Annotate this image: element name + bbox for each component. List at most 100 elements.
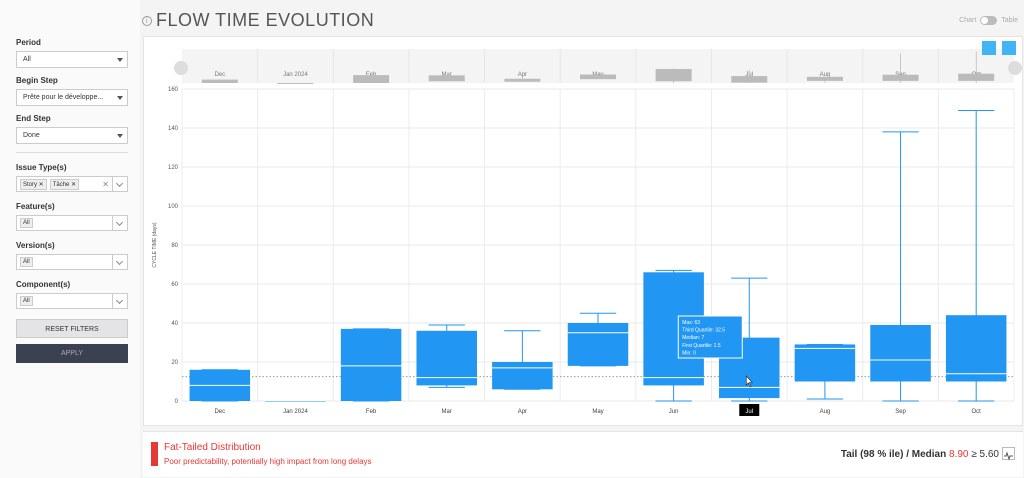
begin-step-value: Prête pour le développe...: [23, 94, 104, 101]
issue-type-label: Issue Type(s): [16, 163, 67, 172]
box-iqr[interactable]: [870, 324, 931, 382]
end-step-label: End Step: [16, 114, 51, 123]
x-tick-label: Dec: [214, 409, 225, 415]
begin-step-label: Begin Step: [16, 76, 58, 85]
component-tag: All: [20, 296, 33, 306]
x-tick-label: Feb: [366, 409, 377, 415]
x-tick-label: Sep: [895, 409, 906, 415]
x-tick-label: Aug: [820, 409, 831, 415]
zoom-reset-button[interactable]: [982, 41, 996, 55]
apply-button[interactable]: APPLY: [16, 344, 128, 363]
end-step-value: Done: [23, 132, 40, 139]
y-tick-label: 140: [168, 126, 179, 132]
box-iqr[interactable]: [340, 328, 402, 401]
issue-tag-story[interactable]: Story ✕: [20, 178, 47, 190]
chevron-down-icon: [117, 58, 123, 62]
chevron-down-icon[interactable]: [112, 216, 127, 230]
tail-median-ratio: Tail (98 % ile) / Median 8.90 ≥ 5.60: [841, 449, 999, 460]
page-title-text: FLOW TIME EVOLUTION: [156, 10, 375, 30]
y-tick-label: 0: [175, 399, 179, 405]
navigator-mini-box: [580, 74, 616, 80]
toggle-table-label: Table: [1001, 17, 1018, 24]
feature-multiselect[interactable]: All: [16, 215, 128, 231]
issue-tag-label: Story: [23, 181, 38, 188]
y-tick-label: 160: [168, 87, 179, 93]
navigator-mini-box: [428, 75, 465, 82]
period-label: Period: [16, 38, 41, 47]
chevron-down-icon[interactable]: [112, 177, 127, 191]
tooltip-line: Median: 7: [682, 335, 704, 341]
status-title: Fat-Tailed Distribution: [164, 442, 261, 453]
y-tick-label: 60: [171, 282, 178, 288]
navigator-label: Jan 2024: [283, 72, 308, 78]
view-toggle: Chart Table: [959, 16, 1018, 25]
status-subtitle: Poor predictability, potentially high im…: [164, 457, 372, 466]
period-select[interactable]: All: [16, 51, 128, 68]
info-icon[interactable]: i: [142, 15, 152, 26]
nav-left-arrow-icon[interactable]: [174, 61, 188, 75]
tooltip-line: Max: 63: [682, 320, 700, 326]
x-tick-label: Oct: [972, 409, 982, 415]
period-value: All: [23, 56, 31, 63]
x-tick-label: Apr: [518, 409, 527, 415]
box-plot-chart: Dec Jan 2024 Feb Mar Apr May Jun Jul Aug Sep Oct 0 2…: [152, 41, 1022, 416]
navigator-label: Dec: [214, 72, 225, 78]
chevron-down-icon: [117, 96, 123, 100]
predictability-panel: Fat-Tailed Distribution Poor predictabil…: [143, 431, 1023, 477]
navigator-mini-box: [655, 68, 692, 82]
feature-label: Feature(s): [16, 202, 55, 211]
navigator-mini-box: [353, 75, 390, 83]
navigator-mini-box: [504, 78, 541, 82]
pulse-icon-graphic: [1004, 451, 1013, 461]
y-tick-label: 120: [168, 165, 179, 171]
begin-step-select[interactable]: Prête pour le développe...: [16, 89, 128, 106]
y-tick-label: 100: [168, 204, 179, 210]
navigator-mini-box: [201, 79, 238, 83]
status-indicator: [151, 442, 158, 466]
pulse-icon[interactable]: [1002, 447, 1015, 461]
feature-tag: All: [20, 218, 33, 228]
box-iqr[interactable]: [945, 315, 1007, 382]
issue-tag-label: Tâche: [52, 181, 70, 188]
navigator-mini-box: [958, 73, 995, 81]
y-tick-label: 80: [171, 243, 178, 249]
nav-right-arrow-icon[interactable]: [1008, 61, 1022, 75]
component-multiselect[interactable]: All: [16, 293, 128, 309]
navigator-mini-box: [882, 74, 919, 81]
filters-sidebar: Period All Begin Step Prête pour le déve…: [0, 0, 140, 478]
divider: [16, 152, 128, 153]
navigator-mini-box: [806, 76, 843, 81]
tail-value: 8.90: [949, 449, 969, 460]
tail-label: Tail (98 % ile) / Median: [840, 449, 947, 460]
navigator-mini-box: [731, 76, 768, 83]
chevron-down-icon[interactable]: [112, 255, 127, 269]
box-iqr[interactable]: [794, 344, 856, 382]
tooltip-line: Third Quartile: 32.5: [682, 328, 725, 334]
chart-table-toggle[interactable]: [980, 16, 998, 25]
clear-icon[interactable]: ✕: [102, 180, 109, 189]
chart-panel: Dec Jan 2024 Feb Mar Apr May Jun Jul Aug Sep Oct 0 2…: [143, 36, 1023, 426]
box-iqr[interactable]: [492, 362, 553, 390]
version-tag: All: [20, 257, 33, 267]
y-axis-title: CYCLE TIME (days): [152, 222, 158, 268]
navigator-mini-box: [277, 83, 314, 84]
x-tick-label: May: [592, 409, 603, 415]
issue-tag-tache[interactable]: Tâche ✕: [49, 178, 80, 190]
version-multiselect[interactable]: All: [16, 254, 128, 270]
fullscreen-icon[interactable]: [1002, 41, 1016, 55]
tail-comparison: ≥ 5.60: [971, 449, 999, 460]
end-step-select[interactable]: Done: [16, 127, 128, 144]
box-iqr[interactable]: [567, 323, 629, 366]
page-title: i FLOW TIME EVOLUTION: [142, 10, 374, 31]
chevron-down-icon[interactable]: [112, 294, 127, 308]
chevron-down-icon: [117, 134, 123, 138]
x-tick-label: Jan 2024: [283, 409, 308, 415]
reset-filters-button[interactable]: RESET FILTERS: [16, 319, 128, 338]
issue-type-multiselect[interactable]: Story ✕ Tâche ✕ ✕: [16, 176, 128, 192]
component-label: Component(s): [16, 280, 71, 289]
x-tick-label: Mar: [442, 409, 452, 415]
tooltip-line: First Quartile: 1.5: [682, 343, 721, 349]
y-tick-label: 40: [171, 321, 178, 327]
toggle-chart-label: Chart: [959, 17, 977, 24]
x-tick-label: Jun: [669, 409, 679, 415]
